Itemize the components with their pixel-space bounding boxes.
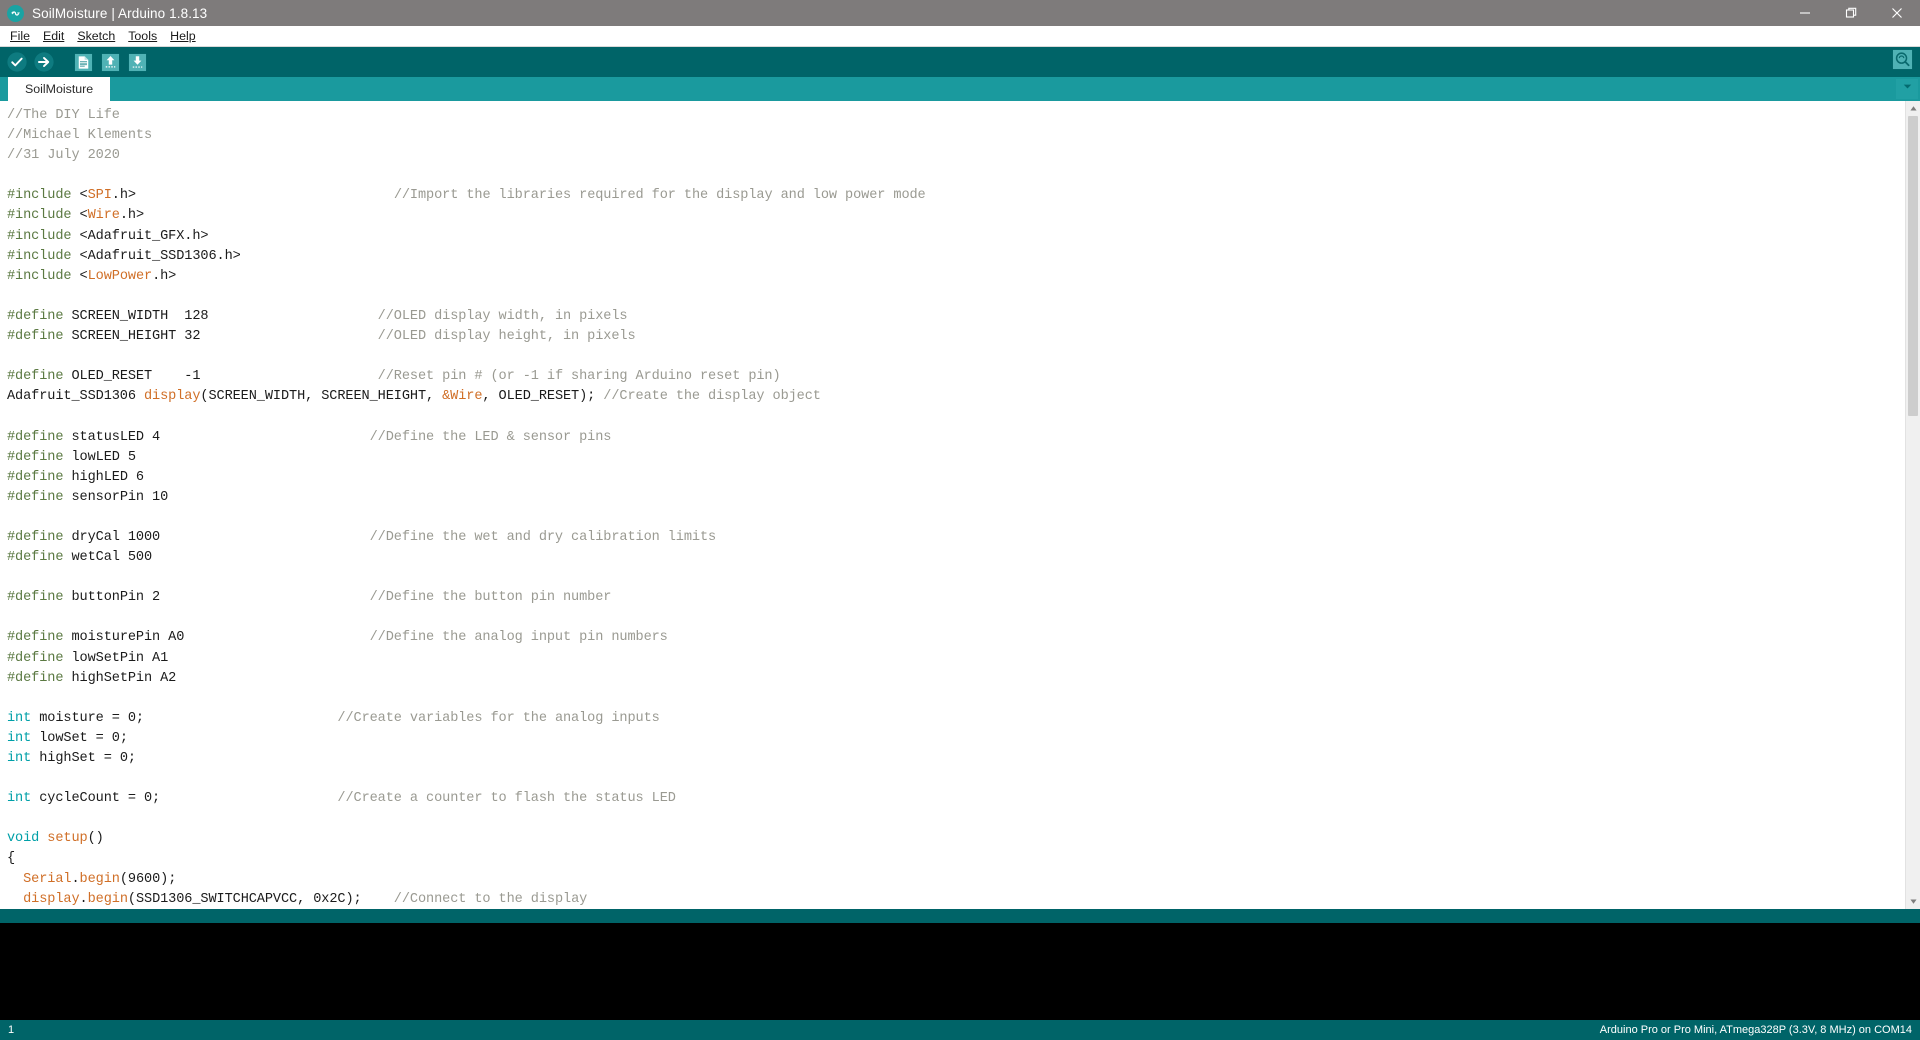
- menu-item-edit[interactable]: Edit: [37, 27, 71, 45]
- code-line: #include <Adafruit_SSD1306.h>: [7, 248, 241, 264]
- code-line: #define buttonPin 2 //Define the button …: [7, 590, 612, 606]
- code-line: #define highLED 6: [7, 469, 144, 485]
- menu-file-label: File: [10, 29, 30, 43]
- tab-bar: SoilMoisture: [0, 77, 1920, 101]
- code-line: #include <Wire.h>: [7, 208, 145, 224]
- title-bar: SoilMoisture | Arduino 1.8.13: [0, 0, 1920, 26]
- menu-item-file[interactable]: File: [4, 27, 37, 45]
- window-title: SoilMoisture | Arduino 1.8.13: [32, 5, 208, 21]
- scrollbar-track[interactable]: [1906, 116, 1920, 894]
- status-board-info: Arduino Pro or Pro Mini, ATmega328P (3.3…: [1599, 1024, 1912, 1036]
- tab-soilmoisture[interactable]: SoilMoisture: [8, 77, 111, 101]
- minimize-button[interactable]: [1782, 0, 1828, 26]
- tab-label: SoilMoisture: [25, 82, 94, 96]
- maximize-button[interactable]: [1828, 0, 1874, 26]
- scroll-up-arrow-icon[interactable]: [1906, 101, 1920, 116]
- save-down-arrow-icon: [128, 53, 147, 72]
- arrow-right-circle-icon: [33, 51, 55, 73]
- code-line: #define moisturePin A0 //Define the anal…: [7, 630, 668, 646]
- arduino-ide-window: SoilMoisture | Arduino 1.8.13 File Edit …: [0, 0, 1920, 1040]
- code-line: #define statusLED 4 //Define the LED & s…: [7, 429, 612, 445]
- tab-dropdown-button[interactable]: [1896, 79, 1918, 99]
- new-file-icon: [74, 53, 93, 72]
- arduino-infinity-logo-icon: [7, 4, 24, 22]
- code-line: #include <Adafruit_GFX.h>: [7, 228, 209, 244]
- menu-tools-label: Tools: [128, 29, 158, 43]
- code-line: Adafruit_SSD1306 display(SCREEN_WIDTH, S…: [7, 389, 821, 405]
- new-button[interactable]: [70, 49, 96, 75]
- open-folder-up-arrow-icon: [101, 53, 120, 72]
- chevron-down-icon: [1901, 80, 1914, 98]
- editor-scrollbar[interactable]: [1905, 101, 1920, 909]
- open-button[interactable]: [97, 49, 123, 75]
- code-line: #include <SPI.h> //Import the libraries …: [7, 188, 926, 204]
- status-line-number: 1: [8, 1024, 15, 1036]
- code-line: //Michael Klements: [7, 128, 153, 144]
- code-line: #define lowSetPin A1: [7, 650, 169, 666]
- code-line: #define dryCal 1000 //Define the wet and…: [7, 529, 717, 545]
- menu-sketch-label: Sketch: [77, 29, 116, 43]
- verify-button[interactable]: [4, 49, 30, 75]
- code-line: int moisture = 0; //Create variables for…: [7, 710, 660, 726]
- code-line: #define sensorPin 10: [7, 489, 169, 505]
- menu-edit-label: Edit: [42, 29, 65, 43]
- console-output[interactable]: [0, 923, 1920, 1020]
- status-bar: 1 Arduino Pro or Pro Mini, ATmega328P (3…: [0, 1020, 1920, 1040]
- check-circle-icon: [6, 51, 28, 73]
- menu-item-help[interactable]: Help: [164, 27, 202, 45]
- close-button[interactable]: [1874, 0, 1920, 26]
- console-tab-strip: [0, 909, 1920, 923]
- code-line: #define lowLED 5: [7, 449, 136, 465]
- toolbar: [0, 47, 1920, 77]
- serial-monitor-button[interactable]: [1889, 49, 1915, 75]
- code-line: #define SCREEN_HEIGHT 32 //OLED display …: [7, 329, 636, 345]
- code-line: void setup(): [7, 831, 104, 847]
- code-line: #define highSetPin A2: [7, 670, 177, 686]
- code-line: int cycleCount = 0; //Create a counter t…: [7, 791, 676, 807]
- code-line: Serial.begin(9600);: [23, 871, 177, 887]
- code-line: //31 July 2020: [7, 148, 120, 164]
- code-line: {: [7, 851, 16, 867]
- code-line: int lowSet = 0;: [7, 730, 128, 746]
- code-line: #define wetCal 500: [7, 550, 153, 566]
- code-line: #define SCREEN_WIDTH 128 //OLED display …: [7, 308, 628, 324]
- code-editor[interactable]: //The DIY Life //Michael Klements //31 Jul…: [0, 101, 1920, 909]
- code-line: #define OLED_RESET -1 //Reset pin # (or …: [7, 369, 781, 385]
- menu-bar: File Edit Sketch Tools Help: [0, 26, 1920, 47]
- menu-help-label: Help: [170, 29, 196, 43]
- menu-item-sketch[interactable]: Sketch: [71, 27, 122, 45]
- upload-button[interactable]: [31, 49, 57, 75]
- code-text[interactable]: //The DIY Life //Michael Klements //31 Jul…: [0, 101, 1905, 909]
- menu-item-tools[interactable]: Tools: [122, 27, 164, 45]
- scroll-down-arrow-icon[interactable]: [1906, 894, 1920, 909]
- code-line: display.begin(SSD1306_SWITCHCAPVCC, 0x2C…: [23, 891, 588, 907]
- save-button[interactable]: [124, 49, 150, 75]
- code-line: //The DIY Life: [7, 108, 120, 123]
- scrollbar-thumb[interactable]: [1908, 116, 1918, 416]
- magnifier-icon: [1892, 49, 1913, 75]
- code-line: #include <LowPower.h>: [7, 268, 177, 284]
- code-line: int highSet = 0;: [7, 751, 136, 766]
- window-controls: [1782, 0, 1920, 26]
